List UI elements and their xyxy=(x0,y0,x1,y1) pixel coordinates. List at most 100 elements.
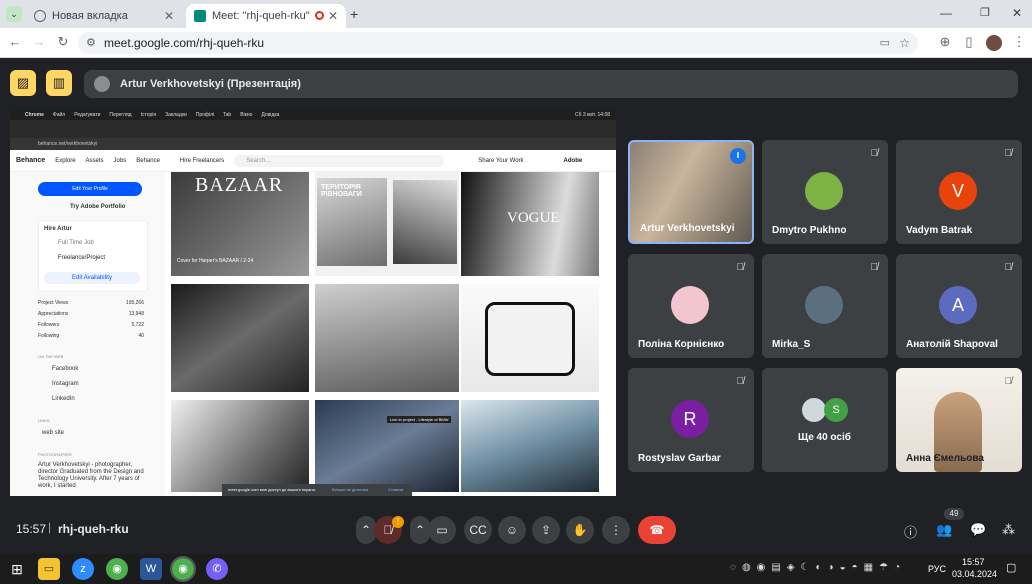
share-work: Share Your Work xyxy=(478,157,524,164)
menu-icon[interactable]: ⋮ xyxy=(1010,34,1028,50)
menu-item: Довідка xyxy=(261,112,280,118)
mic-warning-badge: ! xyxy=(392,516,404,528)
tab-search-button[interactable]: ⌄ xyxy=(6,6,22,22)
activities-icon[interactable]: ⁂ xyxy=(1002,522,1015,538)
menu-item: Вікно xyxy=(240,112,253,118)
full-time-option: Full Time Job xyxy=(58,240,94,246)
zoom-icon[interactable]: z xyxy=(72,558,94,580)
sidepanel-icon[interactable]: ▯ xyxy=(960,34,978,50)
clock-time[interactable]: 15:57 xyxy=(962,557,985,567)
new-tab-button[interactable]: + xyxy=(350,6,358,22)
chat-icon[interactable]: 💬 xyxy=(970,522,986,538)
participant-tile[interactable]: 🎙̸ Поліна Корнієнко xyxy=(628,254,754,358)
gallery-item xyxy=(171,400,309,492)
try-portfolio: Try Adobe Portfolio xyxy=(70,204,126,210)
back-icon[interactable]: ← xyxy=(6,34,24,49)
stop-share-button: Більше не ділитися xyxy=(332,487,369,492)
word-icon[interactable]: W xyxy=(140,558,162,580)
more-participants-label: Ще 40 осіб xyxy=(798,432,851,443)
tab-new-tab[interactable]: Новая вкладка ✕ xyxy=(26,4,182,28)
camera-button[interactable]: ▭ xyxy=(428,516,456,544)
status-time: Сб 3 квіт. 14:08 xyxy=(574,112,610,118)
leave-call-button[interactable]: ☎ xyxy=(638,516,676,544)
participant-tile[interactable]: 🎙̸ Mirka_S xyxy=(762,254,888,358)
info-icon[interactable]: ⓘ xyxy=(904,522,917,541)
participant-name: Поліна Корнієнко xyxy=(638,339,725,350)
gallery-item: ТЕРИТОРІЯ РІВНОВАГИ xyxy=(315,172,459,276)
people-icon[interactable]: 👥 xyxy=(936,522,952,538)
close-tab-icon[interactable]: ✕ xyxy=(164,9,174,23)
input-language[interactable]: РУС xyxy=(928,564,946,574)
gallery-item: VOGUE xyxy=(461,172,599,276)
reload-icon[interactable]: ↻ xyxy=(54,34,72,50)
participant-tile[interactable]: ‖ Artur Verkhovetskyi xyxy=(628,140,754,244)
close-window-icon[interactable]: ✕ xyxy=(1012,6,1022,20)
stat-row: Appreciations 13,948 xyxy=(38,311,144,317)
layout-icon[interactable]: ▥ xyxy=(46,70,72,96)
participant-tile[interactable]: 🎙̸ A Анатолій Shapoval xyxy=(896,254,1022,358)
link-instagram: Instagram xyxy=(52,381,79,387)
raise-hand-button[interactable]: ✋ xyxy=(566,516,594,544)
url-text: meet.google.com/rhj-queh-rku xyxy=(104,36,265,50)
avatar xyxy=(805,172,843,210)
present-button[interactable]: ⇪ xyxy=(532,516,560,544)
camera-icon[interactable]: ▭ xyxy=(880,32,890,54)
on-the-web: ON THE WEB xyxy=(38,354,64,359)
participant-tile[interactable]: 🎙̸ R Rostyslav Garbar xyxy=(628,368,754,472)
mic-off-icon: 🎙̸ xyxy=(736,376,745,387)
links-title: LINKS xyxy=(38,418,50,423)
hide-presentation-icon[interactable]: ▨ xyxy=(10,70,36,96)
start-icon[interactable]: ⊞ xyxy=(6,558,28,580)
bookmark-star-icon[interactable]: ☆ xyxy=(899,32,910,54)
emoji-button[interactable]: ☺ xyxy=(498,516,526,544)
more-options-button[interactable]: ⋮ xyxy=(602,516,630,544)
avatar xyxy=(671,286,709,324)
avatar xyxy=(805,286,843,324)
extensions-icon[interactable]: ⊕ xyxy=(936,34,954,50)
chrome-icon[interactable]: ◉ xyxy=(106,558,128,580)
mic-off-icon: 🎙̸ xyxy=(1004,262,1013,273)
nav-explore: Explore xyxy=(55,157,76,164)
web-site-link: web site xyxy=(42,430,65,436)
notifications-icon[interactable]: ▢ xyxy=(1006,561,1016,574)
menu-item: Chrome xyxy=(25,112,44,118)
participant-tile[interactable]: 🎙̸ Анна Ємельова xyxy=(896,368,1022,472)
camera-options-button[interactable]: ⌃ xyxy=(410,516,430,544)
participant-name: Dmytro Pukhno xyxy=(772,225,847,236)
close-tab-icon[interactable]: ✕ xyxy=(328,9,338,23)
behance-header: Behance Explore Assets Jobs Behance Hire… xyxy=(10,150,616,172)
restore-icon[interactable]: ❐ xyxy=(980,6,990,19)
edit-profile-button: Edit Your Profile xyxy=(38,182,142,196)
more-participants-tile[interactable]: S Ще 40 осіб xyxy=(762,368,888,472)
profile-avatar[interactable] xyxy=(986,35,1002,51)
bmw-caption: Link to project - Lifestyle of BMW xyxy=(387,416,452,423)
participant-name: Artur Verkhovetskyi xyxy=(640,223,735,234)
participant-tile[interactable]: 🎙̸ Dmytro Pukhno xyxy=(762,140,888,244)
inner-url: behance.net/verkhovetskyi xyxy=(38,141,98,147)
captions-button[interactable]: CC xyxy=(464,516,492,544)
participant-tile[interactable]: 🎙̸ V Vadym Batrak xyxy=(896,140,1022,244)
share-notification: meet.google.com мае доступ до вашого екр… xyxy=(222,484,412,496)
presenter-avatar xyxy=(94,76,110,92)
stats-list: Project Views 195,266 Appreciations 13,948… xyxy=(38,300,144,344)
minimize-icon[interactable]: — xyxy=(940,6,952,20)
address-bar[interactable]: ⚙ meet.google.com/rhj-queh-rku ▭ ☆ xyxy=(78,32,918,54)
viber-icon[interactable]: ✆ xyxy=(206,558,228,580)
hide-button: Сховати xyxy=(388,487,404,492)
mic-off-icon: 🎙̸ xyxy=(870,148,879,159)
clock-date[interactable]: 03.04.2024 xyxy=(952,569,997,579)
menu-item: Історія xyxy=(140,112,157,118)
menu-item: Профілі xyxy=(195,112,215,118)
nav-hire: Hire Freelancers xyxy=(179,157,225,164)
forward-icon[interactable]: → xyxy=(30,34,48,49)
explorer-icon[interactable]: ▭ xyxy=(38,558,60,580)
about-title: PHOTOGRAPHER xyxy=(38,452,72,457)
photo xyxy=(393,180,457,264)
mic-options-button[interactable]: ⌃ xyxy=(356,516,376,544)
recording-icon xyxy=(315,11,324,20)
about-text: Artur Verkhovetskyi - photographer, dire… xyxy=(38,462,144,489)
site-info-icon[interactable]: ⚙ xyxy=(86,32,96,54)
inner-tab-strip xyxy=(10,120,616,138)
tab-meet[interactable]: Meet: "rhj-queh-rku" ✕ xyxy=(186,4,346,28)
chrome-icon[interactable]: ◉ xyxy=(170,556,196,582)
